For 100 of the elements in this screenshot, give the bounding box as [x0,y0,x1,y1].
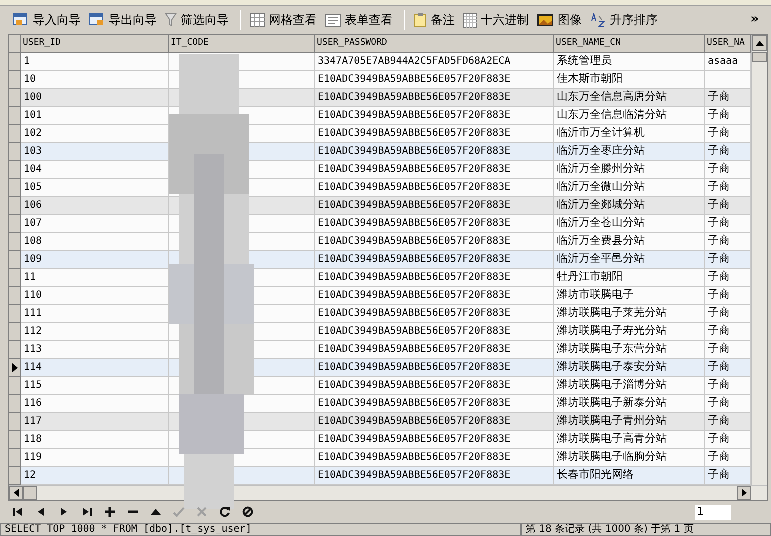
query-text: SELECT TOP 1000 * FROM [dbo].[t_sys_user] [0,523,521,536]
table-cell-text: 3347A705E7AB944A2C5FAD5FD68A2ECA [318,55,511,69]
table-row[interactable]: 107 E10ADC3949BA59ABBE56E057F20F883E 临沂万全苍山分站 子商 [9,215,751,233]
table-cell-text: 113 [24,343,42,357]
table-row[interactable]: 119 E10ADC3949BA59ABBE56E057F20F883E 潍坊联腾电子临朐分站 子商 [9,449,751,467]
table-cell-text: 109 [24,253,42,267]
table-cell-text: 104 [24,163,42,177]
toolbar-button[interactable]: 导入向导 [10,9,84,31]
table-cell-text: 116 [24,397,42,411]
document-icon [13,13,29,27]
table-row[interactable]: 10 E10ADC3949BA59ABBE56E057F20F883E 佳木斯市朝阳 [9,71,751,89]
last-icon [81,506,93,518]
table-cell-text: E10ADC3949BA59ABBE56E057F20F883E [318,217,511,231]
row-indicator[interactable] [9,359,21,377]
table-row[interactable]: 115 E10ADC3949BA59ABBE56E057F20F883E 潍坊联腾电子淄博分站 子商 [9,377,751,395]
table-cell-text: E10ADC3949BA59ABBE56E057F20F883E [318,181,511,195]
table-cell-text: E10ADC3949BA59ABBE56E057F20F883E [318,469,511,483]
table-cell-text: 潍坊联腾电子临朐分站 [557,449,667,466]
table-cell-text: E10ADC3949BA59ABBE56E057F20F883E [318,433,511,447]
table-cell-text: 临沂万全苍山分站 [557,215,645,232]
table-cell-text: 子商 [708,251,730,268]
table-row[interactable]: 101 E10ADC3949BA59ABBE56E057F20F883E 山东万全信息临清分站 子商 [9,107,751,125]
table-cell-text: 107 [24,217,42,231]
table-cell-text: 102 [24,127,42,141]
table-row[interactable]: 1 3347A705E7AB944A2C5FAD5FD68A2ECA 系统管理员 asaaa [9,53,751,71]
toolbar-button[interactable]: 十六进制 [460,9,532,31]
table-row[interactable]: 108 E10ADC3949BA59ABBE56E057F20F883E 临沂万全费县分站 子商 [9,233,751,251]
grid-icon [250,13,265,27]
scroll-thumb[interactable] [752,52,767,62]
up-arrow-icon [756,40,764,46]
toolbar-button[interactable]: 升序排序 [587,9,661,31]
table-row[interactable]: 106 E10ADC3949BA59ABBE56E057F20F883E 临沂万全郯城分站 子商 [9,197,751,215]
table-cell-text: 临沂万全费县分站 [557,233,645,250]
toolbar-button[interactable]: 筛选向导 [162,9,232,31]
scroll-left-button[interactable] [9,486,23,500]
toolbar-button[interactable]: 网格查看 [247,9,320,31]
table-cell-text: 子商 [708,467,730,484]
table-cell-text: 子商 [708,197,730,214]
table-cell-text: 潍坊市联腾电子 [557,287,634,304]
table-cell-text: 子商 [708,89,730,106]
table-cell-text: 潍坊联腾电子新泰分站 [557,395,667,412]
table-cell-text: 牡丹江市朝阳 [557,269,623,286]
grid-icon [463,12,477,28]
table-cell-text: E10ADC3949BA59ABBE56E057F20F883E [318,235,511,249]
table-cell-text: 112 [24,325,42,339]
table-cell-text: 110 [24,289,42,303]
table-cell-text: 子商 [708,125,730,142]
table-row[interactable]: 109 E10ADC3949BA59ABBE56E057F20F883E 临沂万全平邑分站 子商 [9,251,751,269]
table-cell-text: E10ADC3949BA59ABBE56E057F20F883E [318,271,511,285]
table-cell-text: E10ADC3949BA59ABBE56E057F20F883E [318,109,511,123]
table-cell-text: E10ADC3949BA59ABBE56E057F20F883E [318,163,511,177]
table-row[interactable]: 113 E10ADC3949BA59ABBE56E057F20F883E 潍坊联腾电子东营分站 子商 [9,341,751,359]
table-row[interactable]: 116 E10ADC3949BA59ABBE56E057F20F883E 潍坊联腾电子新泰分站 子商 [9,395,751,413]
table-row[interactable]: 100 E10ADC3949BA59ABBE56E057F20F883E 山东万全信息高唐分站 子商 [9,89,751,107]
table-cell-text: 临沂万全郯城分站 [557,197,645,214]
table-row[interactable]: 112 E10ADC3949BA59ABBE56E057F20F883E 潍坊联腾电子寿光分站 子商 [9,323,751,341]
table-cell-text: 103 [24,145,42,159]
sort-az-icon [590,12,606,28]
scroll-up-button[interactable] [752,35,767,51]
toolbar-button[interactable]: 导出向导 [86,9,160,31]
table-cell-text: 12 [24,469,36,483]
table-cell-text: 115 [24,379,42,393]
toolbar-button[interactable]: 图像 [534,9,585,31]
navigator-button[interactable] [240,504,256,520]
table-row[interactable]: 114 E10ADC3949BA59ABBE56E057F20F883E 潍坊联腾电子泰安分站 子商 [9,359,751,377]
table-cell-text: E10ADC3949BA59ABBE56E057F20F883E [318,199,511,213]
table-cell-text: 子商 [708,287,730,304]
table-cell-text: 潍坊联腾电子泰安分站 [557,359,667,376]
cross-icon [196,506,208,518]
table-cell-text: 11 [24,271,36,285]
page-field[interactable]: 1 [695,504,731,520]
table-cell-text: 114 [24,361,42,375]
toolbar-button[interactable]: 备注 [411,9,458,31]
first-icon [12,506,24,518]
table-cell-text: 106 [24,199,42,213]
table-cell-text: 子商 [708,107,730,124]
table-row[interactable]: 12 E10ADC3949BA59ABBE56E057F20F883E 长春市阳光网络 子商 [9,467,751,485]
picture-frame-icon [537,14,554,26]
scroll-right-button[interactable] [737,486,751,500]
table-cell-text: 119 [24,451,42,465]
navigator-button[interactable] [102,504,118,520]
funnel-icon [165,13,177,27]
table-cell-text: 潍坊联腾电子东营分站 [557,341,667,358]
table-row[interactable]: 117 E10ADC3949BA59ABBE56E057F20F883E 潍坊联腾电子青州分站 子商 [9,413,751,431]
table-cell-text: 潍坊联腾电子寿光分站 [557,323,667,340]
table-cell-text: 子商 [708,449,730,466]
record-status: 第 18 条记录 (共 1000 条) 于第 1 页 [521,523,771,536]
table-cell-text: 临沂万全平邑分站 [557,251,645,268]
table-cell-text: 临沂万全滕州分站 [557,161,645,178]
toolbar-button[interactable]: 表单查看 [322,9,396,31]
table-cell-text: 系统管理员 [557,53,612,70]
table-cell-text: 10 [24,73,36,87]
table-cell-text: 101 [24,109,42,123]
scroll-thumb[interactable] [23,486,37,500]
table-row[interactable]: 118 E10ADC3949BA59ABBE56E057F20F883E 潍坊联腾电子高青分站 子商 [9,431,751,449]
navigator-button[interactable] [217,504,233,520]
table-cell-text: 佳木斯市朝阳 [557,71,623,88]
table-cell-text: E10ADC3949BA59ABBE56E057F20F883E [318,145,511,159]
table-cell-text: 105 [24,181,42,195]
more-button[interactable]: » [750,10,759,30]
